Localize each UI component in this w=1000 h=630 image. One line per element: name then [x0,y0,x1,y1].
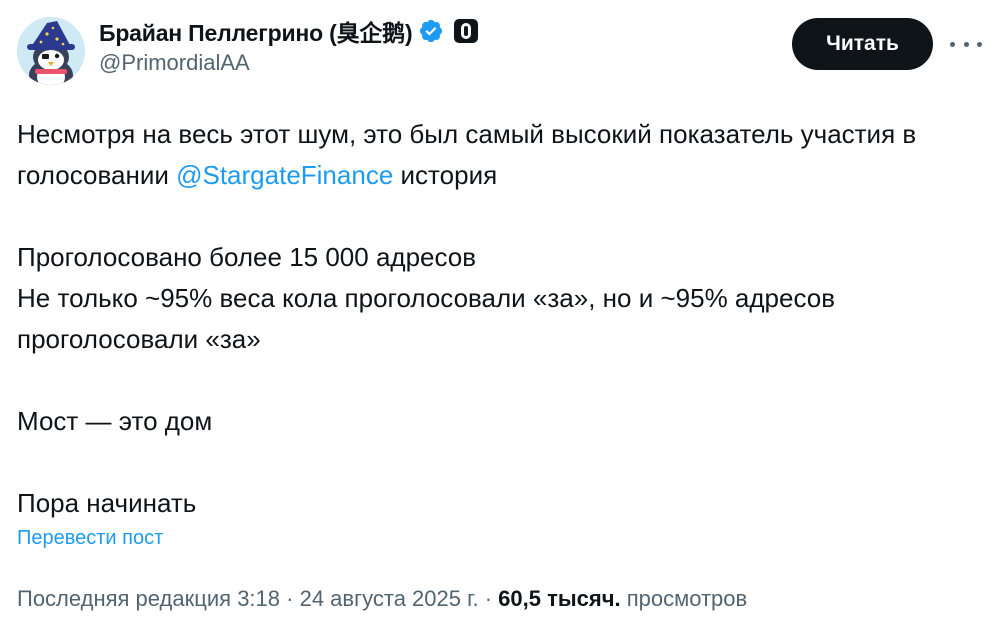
name-row: Брайан Пеллегрино (臭企鹅) [99,14,479,48]
tweet-paragraph-1: Несмотря на весь этот шум, это был самый… [17,114,977,196]
verified-badge-icon[interactable] [418,18,444,44]
more-dot [950,41,955,47]
meta-separator: · [286,586,294,611]
author-display-name[interactable]: Брайан Пеллегрино (臭企鹅) [99,14,413,48]
follow-button[interactable]: Читать [792,18,933,70]
post-time[interactable]: 3:18 [237,586,280,611]
more-dot [963,41,969,47]
tweet-text-segment: история [393,160,498,190]
tweet-text: Несмотря на весь этот шум, это был самый… [17,114,977,524]
tweet-paragraph-2-line-1: Проголосовано более 15 000 адресов [17,242,477,272]
tweet-paragraph-3: Мост — это дом [17,406,213,436]
more-dot [977,41,982,47]
more-options-icon[interactable] [950,34,982,54]
author-block: Брайан Пеллегрино (臭企鹅) @PrimordialAA [99,14,479,76]
edited-label[interactable]: Последняя редакция [17,586,231,611]
affiliate-badge-icon[interactable] [454,19,479,43]
author-handle[interactable]: @PrimordialAA [99,50,478,76]
meta-separator: · [484,586,493,611]
views-label[interactable]: просмотров [627,586,748,611]
mention-link[interactable]: @StargateFinance [176,160,393,190]
avatar[interactable] [17,17,85,85]
tweet-paragraph-4: Пора начинать [17,488,197,518]
tweet-meta: Последняя редакция 3:18 · 24 августа 202… [17,586,747,612]
tweet-paragraph-2-line-2: Не только ~95% веса кола проголосовали «… [17,283,836,354]
wizard-penguin-avatar [17,17,85,85]
post-date[interactable]: 24 августа 2025 г. [300,586,479,611]
views-count[interactable]: 60,5 тысяч. [498,586,620,611]
translate-post-link[interactable]: Перевести пост [17,527,163,550]
